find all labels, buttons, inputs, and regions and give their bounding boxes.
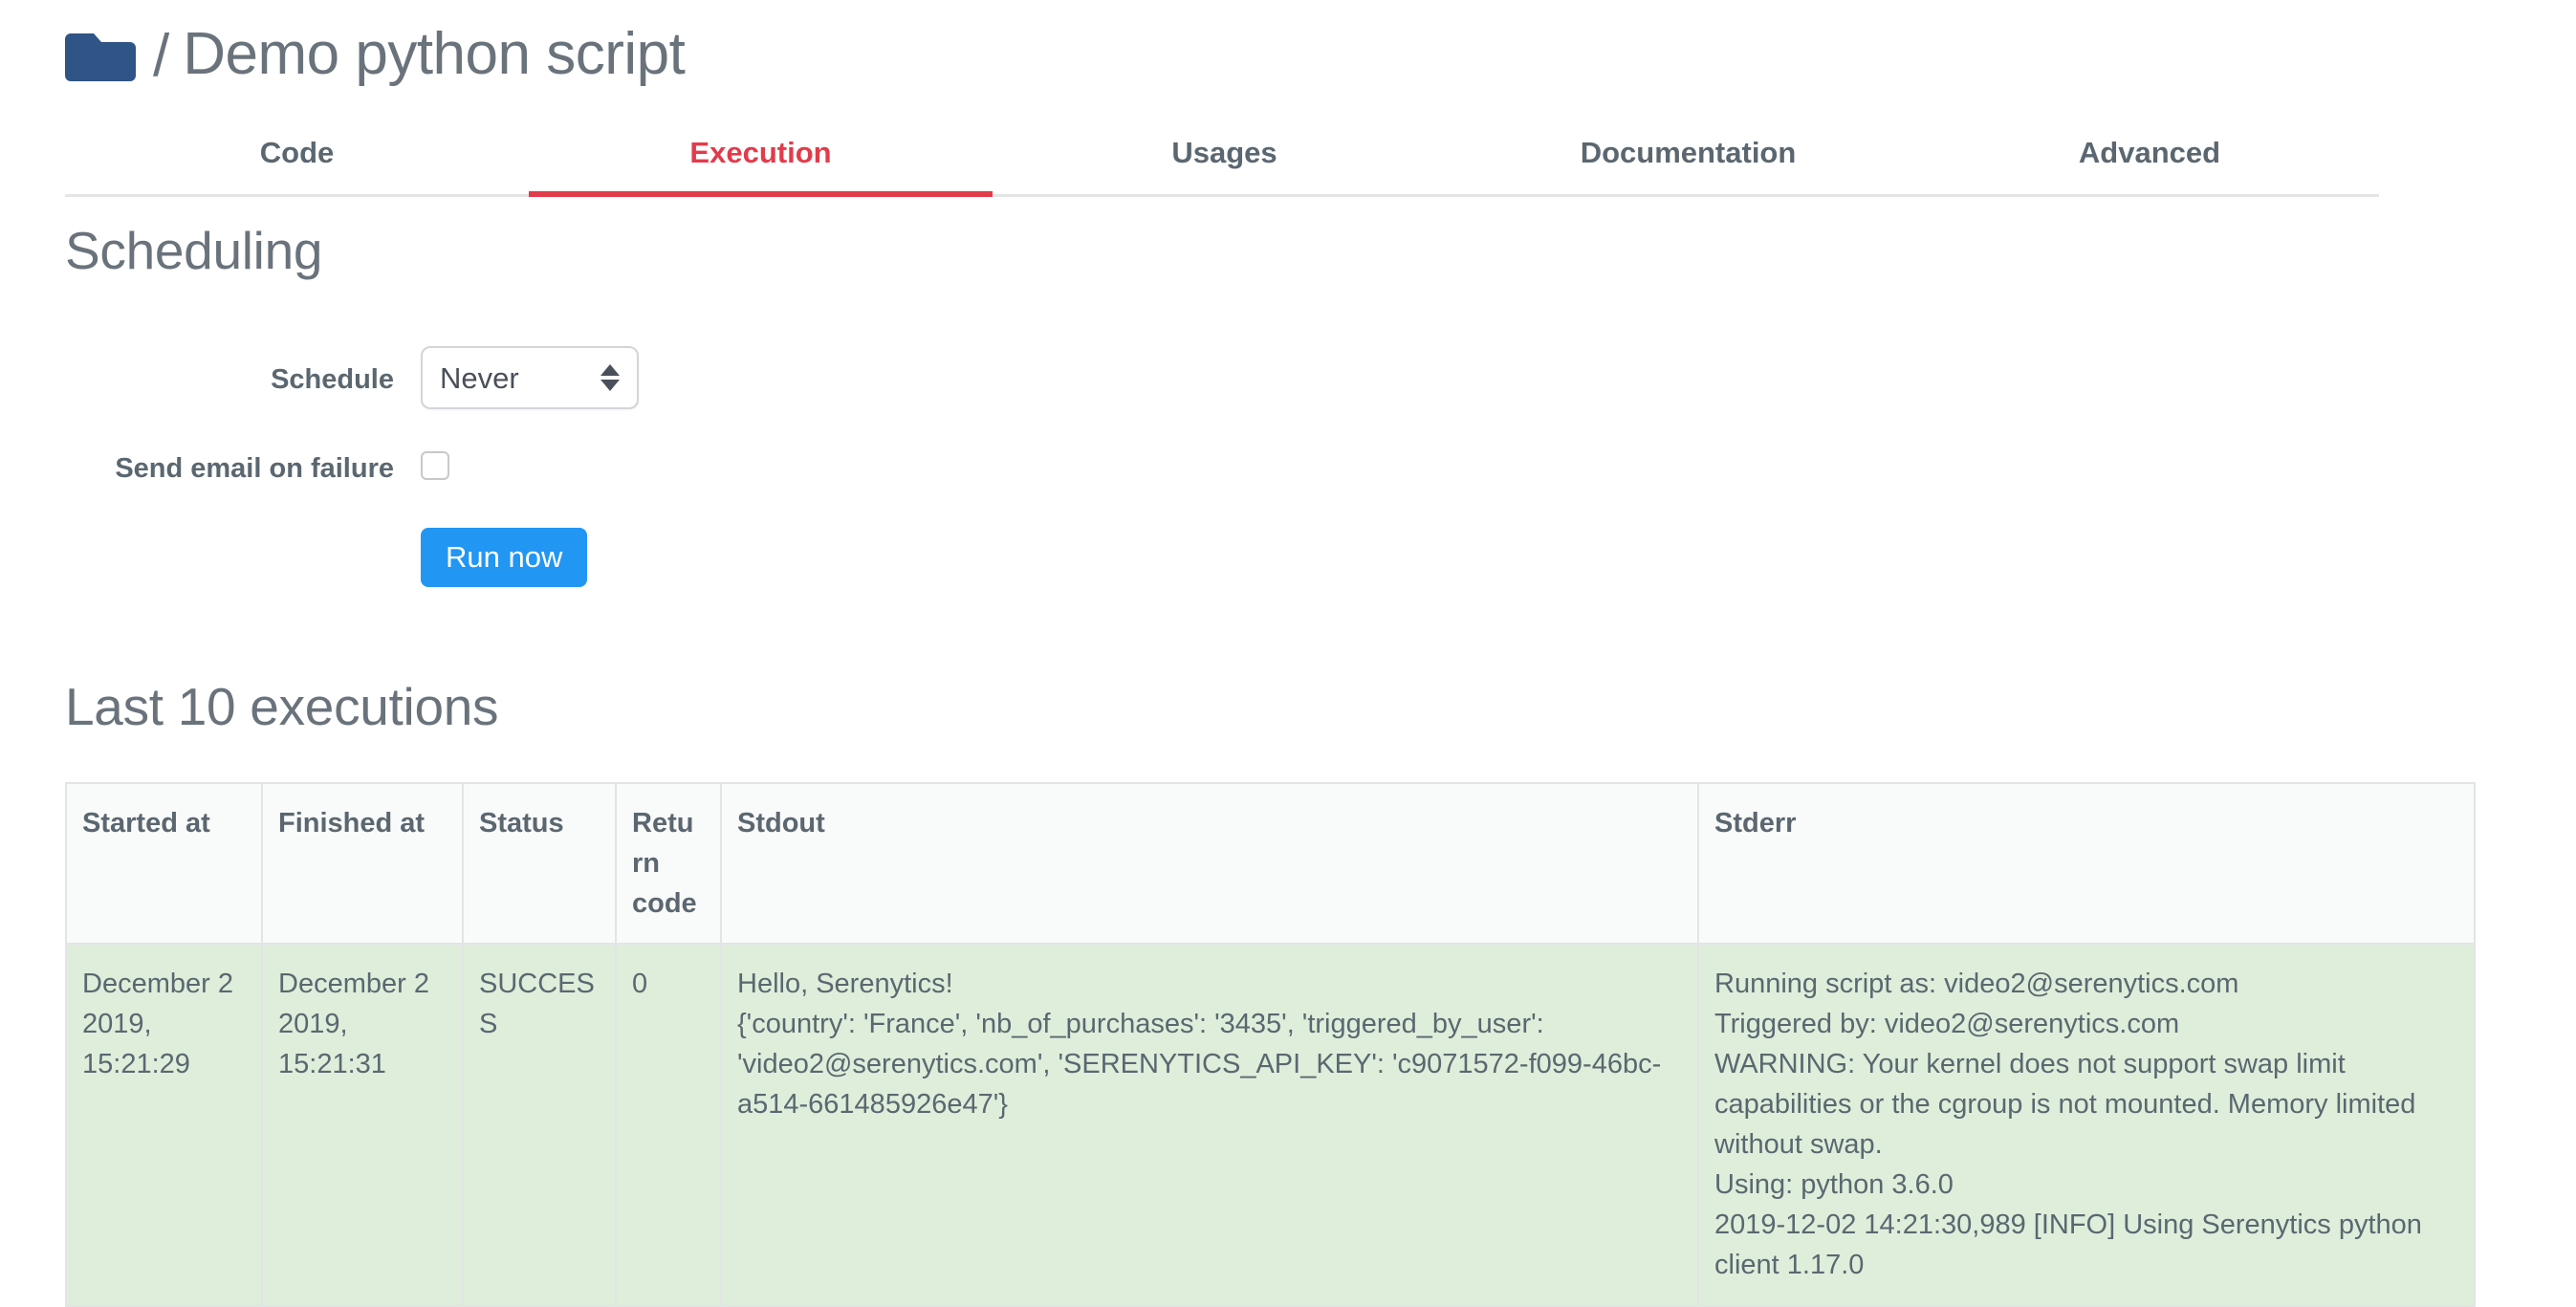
send-email-field [421,442,1147,480]
send-email-label: Send email on failure [115,453,394,484]
schedule-select-wrap: Never [421,346,639,409]
cell-return-code: 0 [615,943,722,1307]
send-email-on-failure-checkbox[interactable] [421,451,449,480]
column-header-started-at: Started at [65,781,263,946]
cell-stdout: Hello, Serenytics! {'country': 'France', … [720,943,1699,1307]
executions-section-title: Last 10 executions [65,677,499,736]
tab-bar: Code Execution Usages Documentation Adva… [65,122,2379,197]
run-now-row: Run now [0,528,1147,587]
schedule-select[interactable]: Never [421,346,639,409]
folder-icon[interactable] [65,28,136,81]
executions-table: Started at Finished at Status Return cod… [65,781,2476,1307]
breadcrumb: / Demo python script [65,21,686,89]
table-header-row: Started at Finished at Status Return cod… [65,781,2476,946]
table-body: December 2 2019, 15:21:29 December 2 201… [65,943,2476,1307]
tab-code[interactable]: Code [65,122,529,194]
schedule-field: Never [421,346,1147,409]
scheduling-section-title: Scheduling [65,221,323,280]
page-root: / Demo python script Code Execution Usag… [0,0,2576,1307]
breadcrumb-separator: / [153,23,170,89]
tab-advanced[interactable]: Advanced [1920,122,2379,194]
table-row: December 2 2019, 15:21:29 December 2 201… [65,943,2476,1307]
column-header-status: Status [462,781,617,946]
schedule-row: Schedule Never [0,346,1147,413]
run-now-button[interactable]: Run now [421,528,588,587]
scheduling-form: Schedule Never Send email on failure Run… [0,346,1147,616]
column-header-return-code: Return code [615,781,722,946]
executions-table-wrap: Started at Finished at Status Return cod… [65,781,2476,1307]
column-header-stderr: Stderr [1697,781,2476,946]
column-header-stdout: Stdout [720,781,1699,946]
cell-started-at: December 2 2019, 15:21:29 [65,943,263,1307]
tab-documentation[interactable]: Documentation [1456,122,1920,194]
page-title: Demo python script [183,21,686,87]
tab-usages[interactable]: Usages [993,122,1456,194]
cell-status: SUCCESS [462,943,617,1307]
cell-stderr: Running script as: video2@serenytics.com… [1697,943,2476,1307]
send-email-row: Send email on failure [0,442,1147,488]
cell-finished-at: December 2 2019, 15:21:31 [261,943,464,1307]
tab-execution[interactable]: Execution [529,122,993,197]
table-head: Started at Finished at Status Return cod… [65,781,2476,946]
column-header-finished-at: Finished at [261,781,464,946]
run-now-field: Run now [421,528,1147,587]
schedule-label: Schedule [271,364,394,395]
